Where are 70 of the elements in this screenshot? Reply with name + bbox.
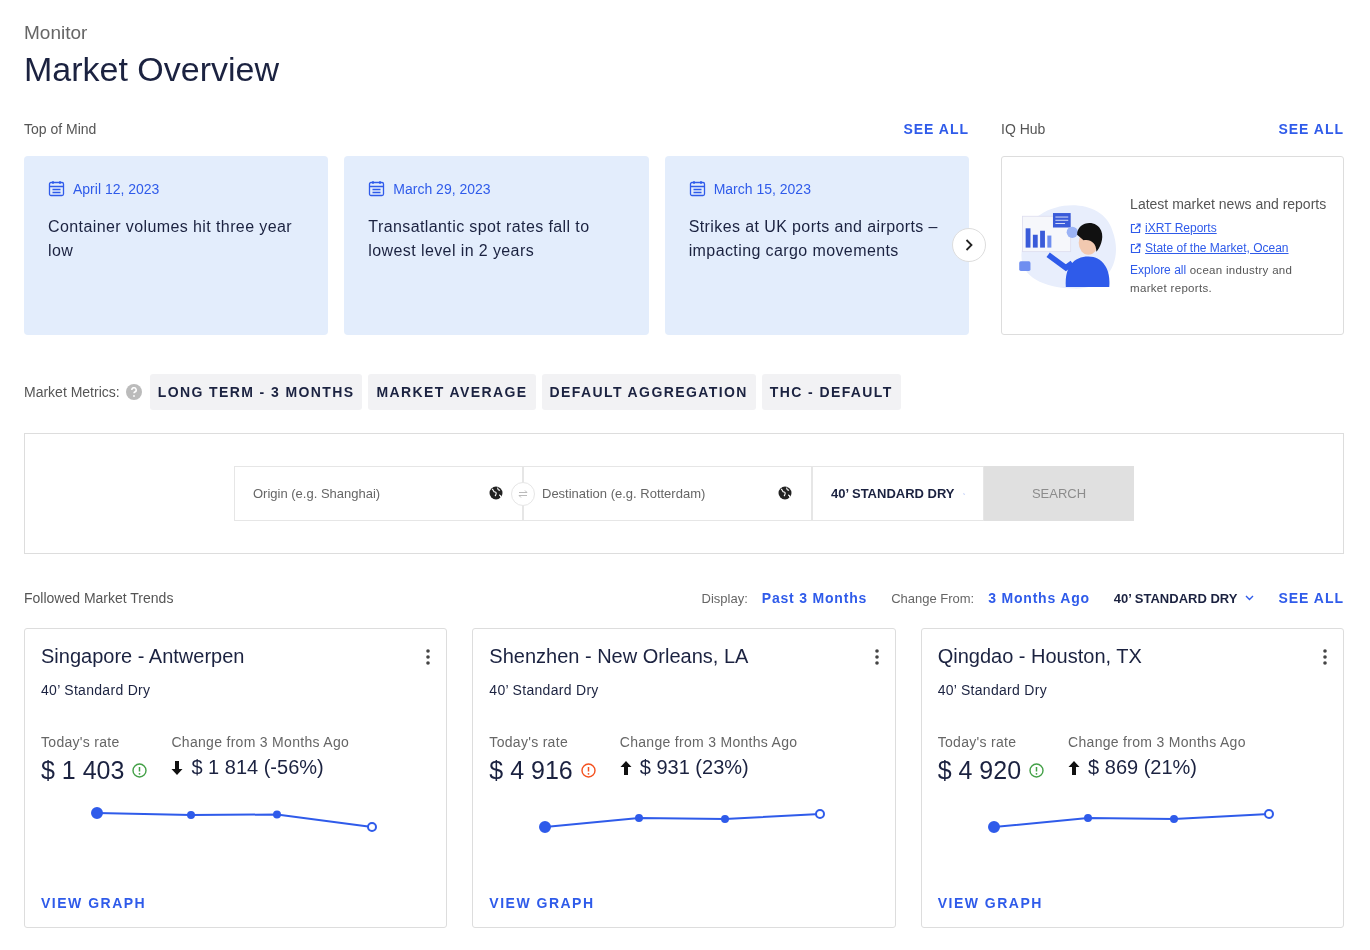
metric-chip[interactable]: LONG TERM - 3 MONTHS bbox=[149, 374, 363, 410]
news-date: March 15, 2023 bbox=[713, 180, 811, 197]
metric-chip[interactable]: DEFAULT AGGREGATION bbox=[541, 374, 756, 410]
change-from-link[interactable]: 3 Months Ago bbox=[988, 590, 1090, 606]
container-type: 40’ Standard Dry bbox=[937, 682, 1048, 698]
rate-label: Today's rate bbox=[41, 734, 121, 750]
globe-icon bbox=[489, 486, 503, 500]
metrics-label: Market Metrics: bbox=[24, 384, 120, 400]
change-label: Change from 3 Months Ago bbox=[1068, 734, 1246, 750]
route-title: Singapore - Antwerpen bbox=[41, 645, 245, 668]
arrow-down-icon bbox=[171, 760, 184, 775]
page-title: Market Overview bbox=[24, 50, 281, 89]
rate-label: Today's rate bbox=[489, 734, 569, 750]
arrow-up-icon bbox=[619, 760, 632, 775]
container-select[interactable]: 40’ STANDARD DRY bbox=[812, 466, 984, 521]
container-type: 40’ Standard Dry bbox=[489, 682, 600, 698]
container-select[interactable]: 40’ STANDARD DRY bbox=[1113, 590, 1255, 606]
display-link[interactable]: Past 3 Months bbox=[761, 590, 868, 606]
external-link-icon bbox=[1130, 242, 1142, 254]
container-type: 40’ Standard Dry bbox=[41, 682, 152, 698]
report-link[interactable]: iXRT Reports bbox=[1130, 221, 1329, 235]
rate-value: $ 1 403 bbox=[41, 756, 125, 785]
external-link-icon bbox=[1130, 222, 1142, 234]
view-graph-link[interactable]: VIEW GRAPH bbox=[489, 895, 879, 911]
news-date: March 29, 2023 bbox=[393, 180, 491, 197]
change-label: Change from 3 Months Ago bbox=[171, 734, 350, 750]
news-headline: Strikes at UK ports and airports – impacting cargo movements bbox=[688, 217, 939, 261]
see-all-link[interactable]: SEE ALL bbox=[903, 121, 969, 137]
route-title: Qingdao - Houston, TX bbox=[937, 645, 1142, 668]
origin-field[interactable]: Origin (e.g. Shanghai) bbox=[234, 466, 523, 521]
change-label: Change from 3 Months Ago bbox=[619, 734, 798, 750]
arrow-up-icon bbox=[1068, 760, 1081, 775]
see-all-link[interactable]: SEE ALL bbox=[1278, 590, 1344, 606]
destination-field[interactable]: Destination (e.g. Rotterdam) bbox=[523, 466, 812, 521]
section-title: Followed Market Trends bbox=[24, 590, 174, 606]
change-value: $ 1 814 (-56%) bbox=[191, 756, 324, 779]
news-date: April 12, 2023 bbox=[73, 180, 160, 197]
news-card[interactable]: March 15, 2023 Strikes at UK ports and airports – impacting cargo movements bbox=[664, 156, 969, 335]
change-from-label: Change From: bbox=[891, 590, 975, 606]
explore-link[interactable]: Explore all bbox=[1130, 263, 1187, 277]
report-link[interactable]: State of the Market, Ocean bbox=[1130, 241, 1329, 255]
rate-label: Today's rate bbox=[937, 734, 1018, 750]
section-title: IQ Hub bbox=[1001, 121, 1046, 137]
section-title: Top of Mind bbox=[24, 121, 97, 137]
news-card[interactable]: March 29, 2023 Transatlantic spot rates fall to lowest level in 2 years bbox=[344, 156, 649, 335]
globe-icon bbox=[778, 486, 792, 500]
rate-value: $ 4 916 bbox=[489, 756, 573, 785]
more-icon[interactable] bbox=[1323, 648, 1327, 665]
iq-hub-heading: Latest market news and reports bbox=[1130, 195, 1328, 214]
change-value: $ 869 (21%) bbox=[1088, 756, 1198, 779]
rate-value: $ 4 920 bbox=[937, 756, 1022, 785]
view-graph-link[interactable]: VIEW GRAPH bbox=[937, 895, 1327, 911]
more-icon[interactable] bbox=[874, 648, 879, 665]
calendar-icon bbox=[368, 180, 386, 197]
view-graph-link[interactable]: VIEW GRAPH bbox=[41, 895, 431, 911]
display-label: Display: bbox=[701, 590, 748, 606]
more-icon[interactable] bbox=[426, 648, 431, 665]
change-value: $ 931 (23%) bbox=[639, 756, 749, 779]
calendar-icon bbox=[48, 180, 65, 197]
calendar-icon bbox=[688, 180, 706, 197]
route-title: Shenzhen - New Orleans, LA bbox=[489, 645, 749, 668]
page-eyebrow: Monitor bbox=[24, 22, 89, 44]
chevron-right-icon bbox=[965, 239, 973, 251]
metric-chip[interactable]: MARKET AVERAGE bbox=[368, 374, 536, 410]
explore-text: Explore all ocean industry and market reports. bbox=[1130, 262, 1294, 296]
news-headline: Transatlantic spot rates fall to lowest level in 2 years bbox=[368, 217, 591, 261]
see-all-link[interactable]: SEE ALL bbox=[1278, 121, 1344, 137]
news-headline: Container volumes hit three year low bbox=[48, 217, 294, 261]
news-card[interactable]: April 12, 2023 Container volumes hit three year low bbox=[24, 156, 329, 335]
metric-chip[interactable]: THC - DEFAULT bbox=[761, 374, 901, 410]
